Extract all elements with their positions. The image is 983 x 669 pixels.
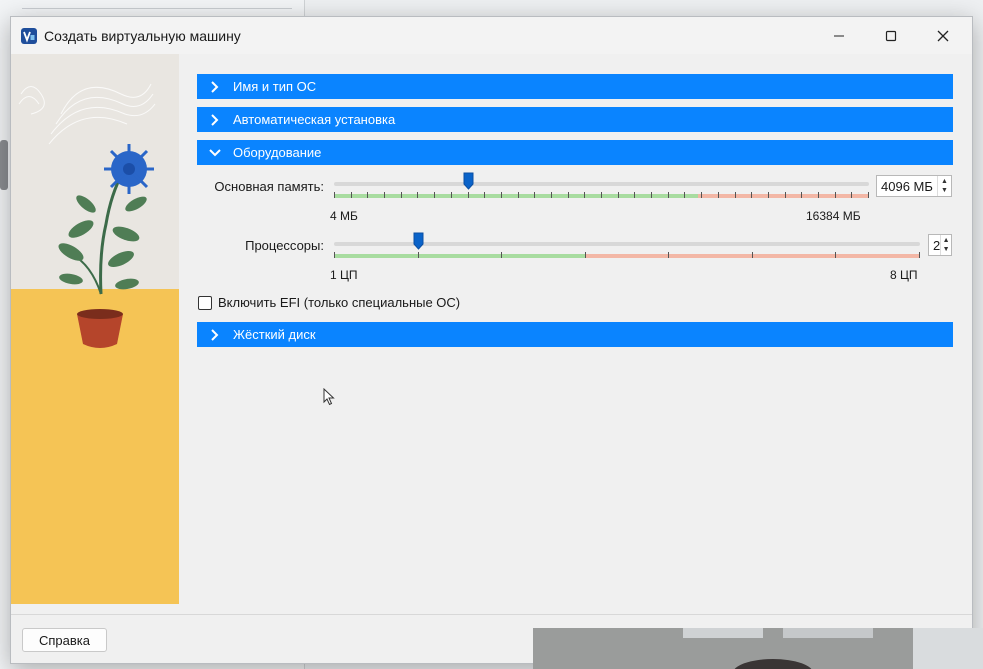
slider-tick: [584, 192, 585, 198]
slider-tick: [684, 192, 685, 198]
wizard-content: Имя и тип ОС Автоматическая установка Об…: [179, 54, 972, 614]
slider-tick: [868, 192, 869, 198]
slider-tick: [768, 192, 769, 198]
memory-value[interactable]: 4096 МБ: [877, 179, 937, 194]
slider-track: [334, 182, 869, 186]
cpu-slider[interactable]: [334, 232, 920, 262]
maximize-button[interactable]: [865, 17, 917, 54]
background-scrollbar[interactable]: [0, 140, 8, 190]
memory-min-label: 4 МБ: [330, 209, 358, 223]
slider-tick: [451, 192, 452, 198]
section-label: Имя и тип ОС: [233, 79, 317, 94]
flower-illustration-icon: [11, 83, 179, 604]
cpu-spinbox[interactable]: 2 ▲ ▼: [928, 234, 952, 256]
slider-tick: [851, 192, 852, 198]
spin-arrows-icon[interactable]: ▲ ▼: [940, 235, 951, 255]
memory-label: Основная память:: [214, 179, 324, 194]
memory-slider[interactable]: [334, 172, 869, 202]
slider-tick: [334, 252, 335, 258]
memory-max-label: 16384 МБ: [806, 209, 861, 223]
create-vm-dialog: Создать виртуальную машину Имя и тип ОС …: [10, 16, 973, 664]
slider-tick: [752, 252, 753, 258]
section-hardware[interactable]: Оборудование: [197, 140, 953, 165]
slider-tick: [551, 192, 552, 198]
slider-tick: [367, 192, 368, 198]
section-label: Оборудование: [233, 145, 322, 160]
slider-tick: [434, 192, 435, 198]
minimize-button[interactable]: [813, 17, 865, 54]
efi-label: Включить EFI (только специальные ОС): [218, 295, 461, 310]
slider-tick: [668, 192, 669, 198]
slider-handle[interactable]: [463, 172, 474, 190]
cpu-max-label: 8 ЦП: [890, 268, 918, 282]
section-label: Автоматическая установка: [233, 112, 396, 127]
cpu-label: Процессоры:: [245, 238, 324, 253]
maximize-icon: [885, 30, 897, 41]
titlebar: Создать виртуальную машину: [11, 17, 972, 54]
slider-tick: [351, 192, 352, 198]
slider-tick: [501, 252, 502, 258]
slider-tick: [334, 192, 335, 198]
spin-arrows-icon[interactable]: ▲ ▼: [937, 176, 951, 196]
slider-tick: [801, 192, 802, 198]
slider-tick: [835, 252, 836, 258]
webcam-overlay: [533, 628, 983, 669]
slider-tick: [718, 192, 719, 198]
mouse-pointer-icon: [323, 388, 335, 406]
section-unattended-install[interactable]: Автоматическая установка: [197, 107, 953, 132]
slider-tick: [618, 192, 619, 198]
minimize-icon: [834, 35, 844, 36]
cpu-min-label: 1 ЦП: [330, 268, 358, 282]
slider-tick: [835, 192, 836, 198]
slider-tick: [735, 192, 736, 198]
section-hard-disk[interactable]: Жёсткий диск: [197, 322, 953, 347]
slider-tick: [668, 252, 669, 258]
chevron-down-icon: [197, 148, 233, 158]
slider-tick: [751, 192, 752, 198]
slider-tick: [818, 192, 819, 198]
section-label: Жёсткий диск: [233, 327, 316, 342]
slider-tick: [651, 192, 652, 198]
slider-tick: [601, 192, 602, 198]
chevron-right-icon: [197, 328, 233, 341]
slider-tick: [418, 252, 419, 258]
slider-tick: [518, 192, 519, 198]
slider-tick: [501, 192, 502, 198]
chevron-right-icon: [197, 80, 233, 93]
close-icon: [937, 30, 949, 41]
slider-tick: [785, 192, 786, 198]
efi-checkbox[interactable]: [198, 295, 212, 310]
slider-tick: [384, 192, 385, 198]
cpu-value[interactable]: 2: [929, 238, 940, 253]
window-title: Создать виртуальную машину: [44, 28, 241, 44]
slider-tick: [585, 252, 586, 258]
slider-tick: [568, 192, 569, 198]
section-name-and-os-type[interactable]: Имя и тип ОС: [197, 74, 953, 99]
memory-spinbox[interactable]: 4096 МБ ▲ ▼: [876, 175, 952, 197]
slider-tick: [919, 252, 920, 258]
slider-tick: [634, 192, 635, 198]
chevron-right-icon: [197, 113, 233, 126]
slider-tick: [401, 192, 402, 198]
slider-tick: [701, 192, 702, 198]
slider-ticks: [334, 252, 920, 258]
slider-tick: [484, 192, 485, 198]
wizard-illustration: [11, 54, 179, 604]
help-button[interactable]: Справка: [22, 628, 107, 652]
slider-tick: [534, 192, 535, 198]
virtualbox-icon: [21, 28, 37, 44]
slider-tick: [417, 192, 418, 198]
slider-handle[interactable]: [413, 232, 424, 250]
slider-tick: [468, 192, 469, 198]
slider-ticks: [334, 192, 869, 198]
background-divider: [22, 8, 292, 9]
close-button[interactable]: [917, 17, 969, 54]
efi-checkbox-row[interactable]: Включить EFI (только специальные ОС): [198, 295, 460, 310]
